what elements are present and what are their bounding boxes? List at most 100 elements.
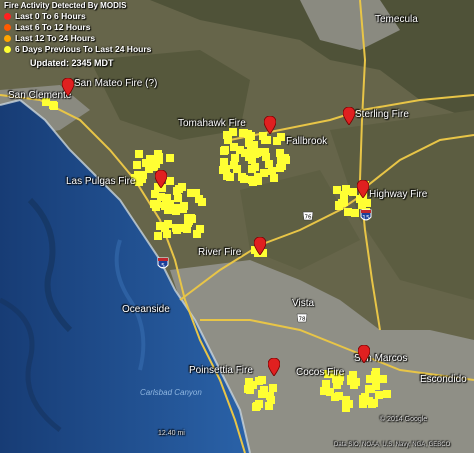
fire-detection-square xyxy=(173,193,182,202)
interstate-15-number: 15 xyxy=(362,215,370,222)
fire-detection-square xyxy=(248,177,257,186)
fire-detection-square xyxy=(179,205,188,214)
legend-swatch-12-24h xyxy=(4,35,11,42)
route-78-number: 78 xyxy=(299,317,306,323)
updated-time: Updated: 2345 MDT xyxy=(30,58,114,68)
fire-detection-square xyxy=(262,136,271,145)
fire-marker-poinsettia[interactable] xyxy=(268,358,280,376)
fire-detection-square xyxy=(334,201,343,210)
legend-title: Fire Activity Detected By MODIS xyxy=(4,1,127,10)
fire-detection-square xyxy=(174,184,183,193)
fire-detection-square xyxy=(252,403,261,412)
fire-detection-square xyxy=(149,157,158,166)
fire-detection-square xyxy=(221,165,230,174)
legend-swatch-0-6h xyxy=(4,13,11,20)
route-76-shield: 76 xyxy=(302,211,314,221)
fire-detection-square xyxy=(142,158,151,167)
fire-detection-square xyxy=(135,149,144,158)
fire-detection-square xyxy=(341,403,350,412)
fire-detection-square xyxy=(264,401,273,410)
fire-marker-tomahawk[interactable] xyxy=(264,116,276,134)
fire-detection-square xyxy=(163,206,172,215)
fire-detection-square xyxy=(277,133,286,142)
fire-detection-square xyxy=(230,143,239,152)
legend-swatch-6-12h xyxy=(4,24,11,31)
fire-detection-square xyxy=(365,397,374,406)
interstate-5-shield: 5 xyxy=(157,257,169,270)
legend-item: Last 12 To 24 Hours xyxy=(4,33,151,44)
legend-label: Last 6 To 12 Hours xyxy=(15,22,91,32)
fire-detection-square xyxy=(258,375,267,384)
fire-detection-square xyxy=(161,223,170,232)
place-vista: Vista xyxy=(292,298,315,309)
fire-detection-square xyxy=(248,155,257,164)
legend-label: 6 Days Previous To Last 24 Hours xyxy=(15,44,152,54)
fire-detection-square xyxy=(196,225,205,234)
fire-detection-square xyxy=(243,129,252,138)
fire-label-river[interactable]: River Fire xyxy=(198,247,241,258)
fire-detection-square xyxy=(277,156,285,165)
place-oceanside: Oceanside xyxy=(122,304,170,315)
fire-detection-square xyxy=(220,147,229,156)
fire-label-tomahawk[interactable]: Tomahawk Fire xyxy=(178,118,246,129)
fire-detection-square xyxy=(350,380,359,389)
legend-item: Last 6 To 12 Hours xyxy=(4,22,151,33)
scale-label: 12.40 mi xyxy=(158,430,185,437)
fire-label-las-pulgas[interactable]: Las Pulgas Fire xyxy=(66,176,135,187)
fire-detection-square xyxy=(154,231,163,240)
place-temecula: Temecula xyxy=(375,14,418,25)
legend-swatch-6days xyxy=(4,46,11,53)
fire-detection-square xyxy=(153,199,162,208)
fire-detection-square xyxy=(137,174,146,183)
fire-detection-square xyxy=(374,391,383,400)
fire-label-sterling[interactable]: Sterling Fire xyxy=(355,109,409,120)
fire-detection-square xyxy=(244,139,253,148)
fire-detection-square xyxy=(341,184,350,193)
interstate-15-shield: 15 xyxy=(360,209,372,222)
fire-detection-square xyxy=(351,208,360,217)
fire-label-cocos[interactable]: Cocos Fire xyxy=(296,367,344,378)
fire-detection-square xyxy=(238,173,247,182)
route-76-number: 76 xyxy=(305,215,312,221)
fire-detection-square xyxy=(267,167,276,176)
fire-detection-square xyxy=(331,392,340,401)
fire-marker-river[interactable] xyxy=(254,237,266,255)
route-78-shield: 78 xyxy=(296,313,308,323)
legend-label: Last 0 To 6 Hours xyxy=(15,11,86,21)
fire-detection-square xyxy=(268,384,277,393)
fire-label-highway[interactable]: Highway Fire xyxy=(369,189,427,200)
fire-detection-square xyxy=(48,101,57,110)
legend-item: Last 0 To 6 Hours xyxy=(4,11,151,22)
fire-detection-square xyxy=(189,188,198,197)
fire-detection-square xyxy=(161,196,170,205)
copyright-text: © 2014 Google xyxy=(380,416,428,423)
interstate-5-number: 5 xyxy=(161,263,165,270)
legend: Fire Activity Detected By MODIS Last 0 T… xyxy=(4,0,151,69)
fire-marker-san-mateo[interactable] xyxy=(62,78,74,96)
fire-detection-square xyxy=(166,153,175,162)
fire-detection-square xyxy=(176,223,185,232)
fire-detection-square xyxy=(266,392,275,401)
fire-detection-square xyxy=(132,161,141,170)
fire-label-san-mateo[interactable]: San Mateo Fire (?) xyxy=(74,78,157,89)
fire-detection-square xyxy=(383,390,392,399)
legend-item: 6 Days Previous To Last 24 Hours xyxy=(4,44,151,55)
fire-detection-square xyxy=(243,384,252,393)
fire-marker-highway[interactable] xyxy=(357,180,369,198)
fire-detection-square xyxy=(378,375,387,384)
fire-detection-square xyxy=(225,172,234,181)
fire-detection-square xyxy=(342,395,351,404)
fire-marker-las-pulgas[interactable] xyxy=(155,170,167,188)
carlsbad-canyon-label: Carlsbad Canyon xyxy=(140,388,202,397)
fire-detection-square xyxy=(223,136,232,145)
attribution-text: Data SIO, NOAA, U.S. Navy, NGA, GEBCO xyxy=(334,442,451,448)
fire-detection-square xyxy=(250,163,259,172)
fire-marker-cocos[interactable] xyxy=(358,345,370,363)
fire-detection-square xyxy=(185,216,194,225)
fire-detection-square xyxy=(322,380,331,389)
fire-detection-square xyxy=(233,164,242,173)
fire-detection-square xyxy=(371,381,380,390)
fire-marker-sterling[interactable] xyxy=(343,107,355,125)
fire-label-poinsettia[interactable]: Poinsettia Fire xyxy=(189,365,253,376)
fire-map[interactable]: Fire Activity Detected By MODIS Last 0 T… xyxy=(0,0,474,453)
